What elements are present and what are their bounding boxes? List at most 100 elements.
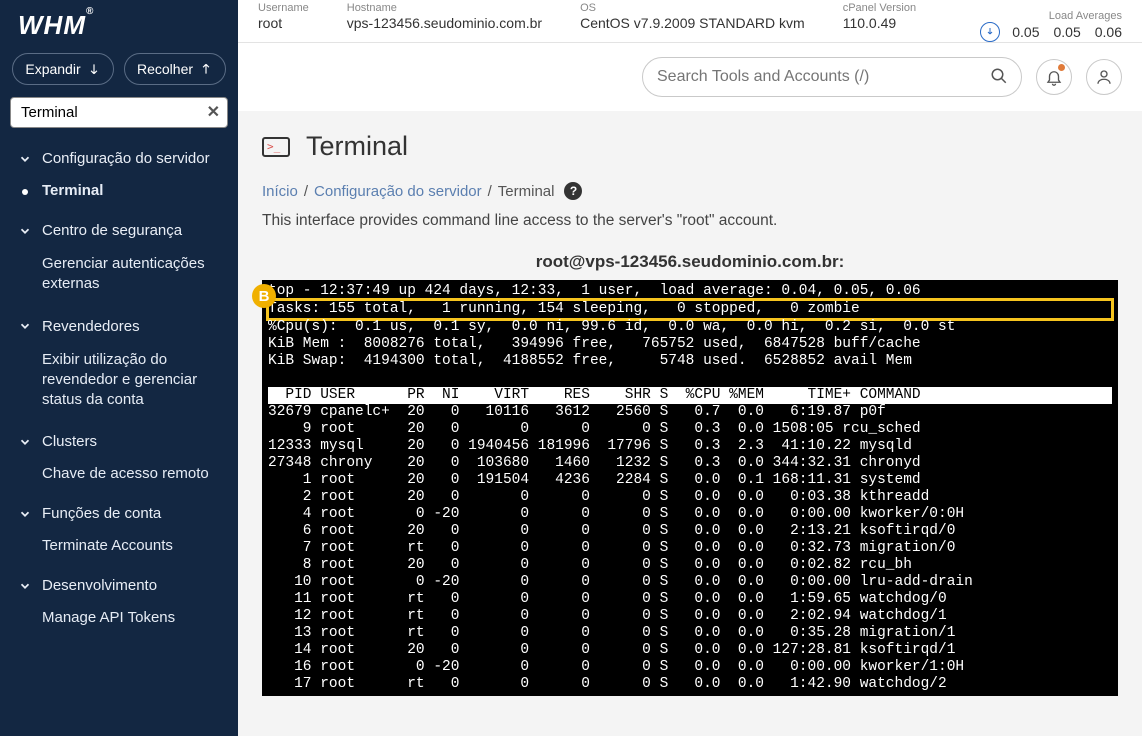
nav-section-account-functions[interactable]: Funções de conta xyxy=(4,497,234,530)
logo-row: WHM® xyxy=(0,0,238,53)
term-line: top - 12:37:49 up 424 days, 12:33, 1 use… xyxy=(268,283,921,299)
meta-cpanel-version: cPanel Version 110.0.49 xyxy=(843,2,916,37)
active-dot-icon xyxy=(22,189,28,195)
breadcrumb-home[interactable]: Início xyxy=(262,183,298,200)
term-row: 9 root 20 0 0 0 0 S 0.3 0.0 1508:05 rcu_… xyxy=(268,421,921,437)
nav-item-terminate-accounts[interactable]: Terminate Accounts xyxy=(4,530,234,561)
expand-button[interactable]: Expandir xyxy=(12,53,114,85)
chevron-down-icon xyxy=(18,319,32,333)
topbar: Username root Hostname vps-123456.seudom… xyxy=(238,0,1142,43)
download-icon[interactable] xyxy=(980,22,1000,42)
nav-section-security-center[interactable]: Centro de segurança xyxy=(4,214,234,247)
breadcrumb-current: Terminal xyxy=(498,183,555,200)
content: Terminal Início / Configuração do servid… xyxy=(238,111,1142,736)
nav-item-label: Terminal xyxy=(42,182,103,199)
chevron-down-icon xyxy=(18,579,32,593)
term-row: 32679 cpanelc+ 20 0 10116 3612 2560 S 0.… xyxy=(268,404,886,420)
sidebar-search-input[interactable] xyxy=(10,97,228,128)
nav-item-label: Chave de acesso remoto xyxy=(42,465,209,482)
term-row: 1 root 20 0 191504 4236 2284 S 0.0 0.1 1… xyxy=(268,472,921,488)
nav-section-label: Revendedores xyxy=(42,318,140,335)
sidebar-search-field: ✕ xyxy=(10,97,228,128)
term-row: 4 root 0 -20 0 0 0 S 0.0 0.0 0:00.00 kwo… xyxy=(268,506,964,522)
terminal-output[interactable]: top - 12:37:49 up 424 days, 12:33, 1 use… xyxy=(262,280,1118,696)
breadcrumb-sep: / xyxy=(304,183,308,200)
nav-item-remote-access-key[interactable]: Chave de acesso remoto xyxy=(4,458,234,489)
term-row: 27348 chrony 20 0 103680 1460 1232 S 0.3… xyxy=(268,455,921,471)
nav-item-label: Manage API Tokens xyxy=(42,609,175,626)
search-icon[interactable] xyxy=(990,67,1008,90)
intro-text: This interface provides command line acc… xyxy=(262,212,1118,230)
term-row: 2 root 20 0 0 0 0 S 0.0 0.0 0:03.38 kthr… xyxy=(268,489,929,505)
meta-value: CentOS v7.9.2009 STANDARD kvm xyxy=(580,14,805,31)
meta-load-averages: Load Averages 0.05 0.05 0.06 xyxy=(980,2,1122,42)
logo: WHM® xyxy=(18,10,94,41)
arrow-down-icon xyxy=(87,62,101,76)
user-icon xyxy=(1095,68,1113,86)
nav-item-reseller-usage[interactable]: Exibir utilização do revendedor e gerenc… xyxy=(4,343,234,418)
breadcrumb: Início / Configuração do servidor / Term… xyxy=(262,182,1118,200)
expand-label: Expandir xyxy=(25,61,80,77)
breadcrumb-sep: / xyxy=(488,183,492,200)
terminal-icon xyxy=(262,137,290,157)
nav-section-label: Desenvolvimento xyxy=(42,577,157,594)
nav-item-manage-api-tokens[interactable]: Manage API Tokens xyxy=(4,602,234,633)
meta-label: Username xyxy=(258,2,309,14)
chevron-down-icon xyxy=(18,224,32,238)
term-line: KiB Swap: 4194300 total, 4188552 free, 5… xyxy=(268,353,912,369)
main-search xyxy=(642,57,1022,97)
notifications-button[interactable] xyxy=(1036,59,1072,95)
term-row: 13 root rt 0 0 0 0 S 0.0 0.0 0:35.28 mig… xyxy=(268,625,955,641)
load-value-1: 0.05 xyxy=(1012,24,1039,40)
breadcrumb-section[interactable]: Configuração do servidor xyxy=(314,183,482,200)
meta-label: cPanel Version xyxy=(843,2,916,14)
annotation-badge-b: B xyxy=(252,284,276,308)
sidebar-button-row: Expandir Recolher xyxy=(0,53,238,97)
arrow-up-icon xyxy=(199,62,213,76)
main-search-input[interactable] xyxy=(642,57,1022,97)
term-row: 12333 mysql 20 0 1940456 181996 17796 S … xyxy=(268,438,912,454)
profile-button[interactable] xyxy=(1086,59,1122,95)
nav-item-label: Gerenciar autenticações externas xyxy=(42,254,220,295)
nav-item-label: Terminate Accounts xyxy=(42,537,173,554)
meta-hostname: Hostname vps-123456.seudominio.com.br xyxy=(347,2,542,37)
nav: Configuração do servidor Terminal Centro… xyxy=(0,142,238,736)
meta-label: Hostname xyxy=(347,2,542,14)
meta-os: OS CentOS v7.9.2009 STANDARD kvm xyxy=(580,2,805,37)
chevron-down-icon xyxy=(18,435,32,449)
meta-label: Load Averages xyxy=(1049,10,1122,22)
collapse-label: Recolher xyxy=(137,61,193,77)
terminal-host-label: root@vps-123456.seudominio.com.br: xyxy=(262,252,1118,272)
term-row: 14 root 20 0 0 0 0 S 0.0 0.0 127:28.81 k… xyxy=(268,642,955,658)
load-value-3: 0.06 xyxy=(1095,24,1122,40)
nav-item-manage-external-auth[interactable]: Gerenciar autenticações externas xyxy=(4,247,234,302)
chevron-down-icon xyxy=(18,507,32,521)
meta-value: 110.0.49 xyxy=(843,14,916,31)
term-row: 6 root 20 0 0 0 0 S 0.0 0.0 2:13.21 ksof… xyxy=(268,523,955,539)
clear-search-icon[interactable]: ✕ xyxy=(207,102,220,122)
collapse-button[interactable]: Recolher xyxy=(124,53,226,85)
nav-section-clusters[interactable]: Clusters xyxy=(4,425,234,458)
nav-section-server-config[interactable]: Configuração do servidor xyxy=(4,142,234,175)
term-line: KiB Mem : 8008276 total, 394996 free, 76… xyxy=(268,336,921,352)
page-title: Terminal xyxy=(306,131,408,162)
sidebar: WHM® Expandir Recolher ✕ Configuração do… xyxy=(0,0,238,736)
nav-item-terminal[interactable]: Terminal xyxy=(4,175,234,206)
term-row: 7 root rt 0 0 0 0 S 0.0 0.0 0:32.73 migr… xyxy=(268,540,955,556)
nav-section-label: Configuração do servidor xyxy=(42,150,210,167)
meta-value: vps-123456.seudominio.com.br xyxy=(347,14,542,31)
sidebar-search-wrap: ✕ xyxy=(0,97,238,142)
nav-section-label: Clusters xyxy=(42,433,97,450)
nav-section-development[interactable]: Desenvolvimento xyxy=(4,569,234,602)
logo-text: WHM xyxy=(18,10,86,40)
help-icon[interactable]: ? xyxy=(564,182,582,200)
nav-section-resellers[interactable]: Revendedores xyxy=(4,310,234,343)
term-row: 17 root rt 0 0 0 0 S 0.0 0.0 1:42.90 wat… xyxy=(268,676,947,692)
page-title-row: Terminal xyxy=(262,131,1118,162)
load-value-2: 0.05 xyxy=(1054,24,1081,40)
meta-label: OS xyxy=(580,2,805,14)
term-row: 12 root rt 0 0 0 0 S 0.0 0.0 2:02.94 wat… xyxy=(268,608,947,624)
chevron-down-icon xyxy=(18,152,32,166)
term-row: 10 root 0 -20 0 0 0 S 0.0 0.0 0:00.00 lr… xyxy=(268,574,973,590)
meta-username: Username root xyxy=(258,2,309,37)
